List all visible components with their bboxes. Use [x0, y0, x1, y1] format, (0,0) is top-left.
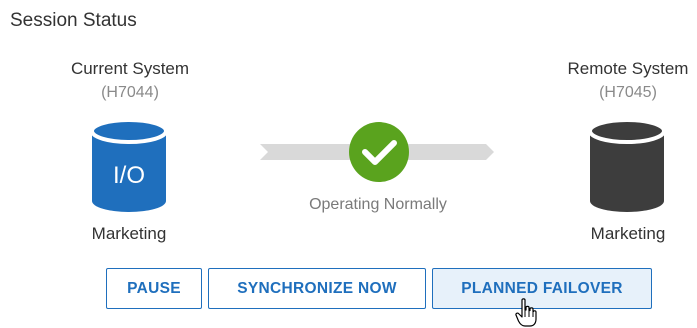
- remote-site-label: Marketing: [590, 224, 666, 243]
- pause-button[interactable]: PAUSE: [106, 268, 202, 309]
- planned-failover-button[interactable]: PLANNED FAILOVER: [432, 268, 652, 309]
- remote-system-header: Remote System (H7045): [552, 58, 697, 104]
- hand-pointer-icon: [515, 298, 537, 327]
- replication-link: [260, 122, 494, 182]
- synchronize-now-button[interactable]: SYNCHRONIZE NOW: [208, 268, 426, 309]
- current-site-label: Marketing: [91, 224, 167, 243]
- remote-disk-icon: [588, 119, 666, 212]
- current-disk-icon: I/O: [90, 119, 168, 212]
- remote-system-id: (H7045): [599, 84, 657, 101]
- current-system-id: (H7044): [101, 84, 159, 101]
- disk-io-label: I/O: [113, 162, 145, 189]
- current-system-header: Current System (H7044): [54, 58, 206, 104]
- link-status-text: Operating Normally: [309, 196, 447, 213]
- current-system-name: Current System: [70, 59, 190, 78]
- status-check-circle: [349, 122, 409, 182]
- section-title: Session Status: [10, 10, 137, 31]
- session-status-panel: Session Status Current System (H7044) I/…: [0, 0, 697, 328]
- remote-system-name: Remote System: [567, 59, 689, 78]
